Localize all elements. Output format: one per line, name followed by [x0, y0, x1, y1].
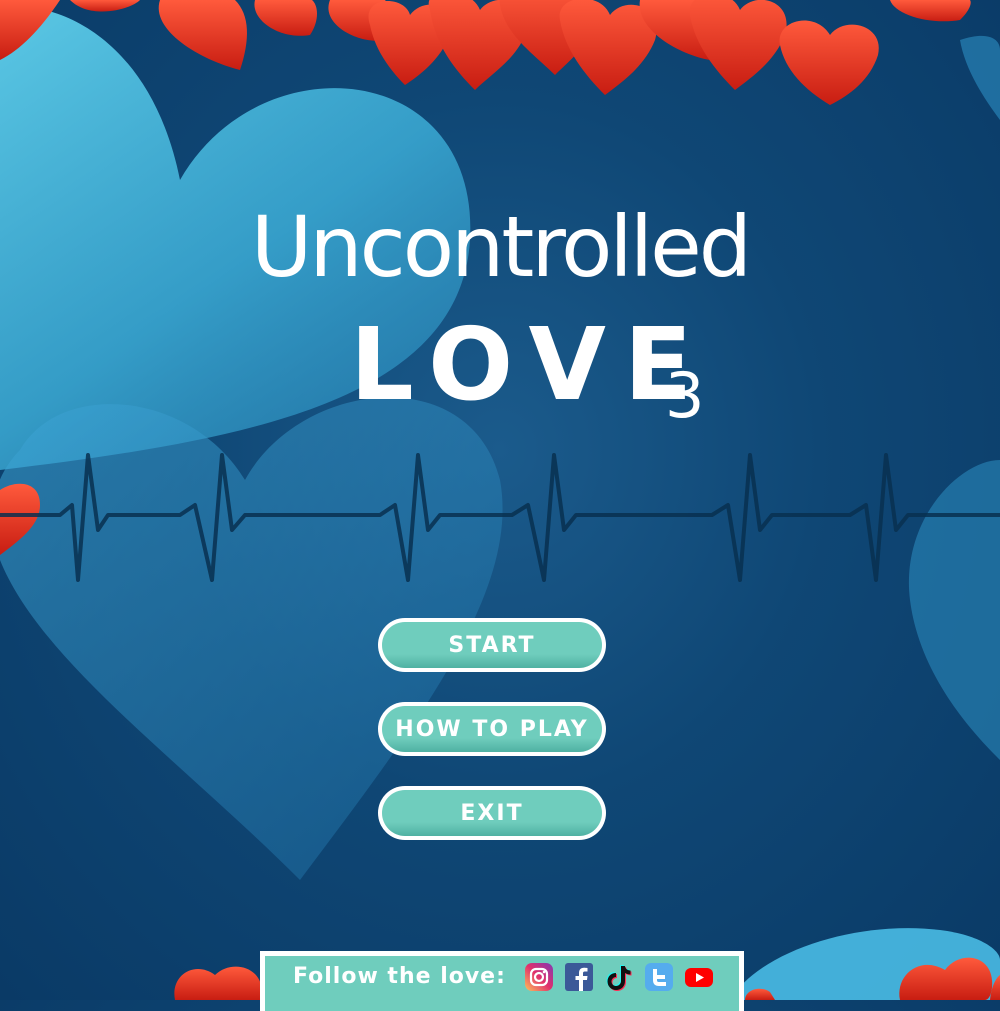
start-button-label: START: [382, 622, 602, 668]
tiktok-icon[interactable]: [604, 962, 634, 992]
right-heart-shape: [908, 460, 1000, 760]
follow-bar-inner: Follow the love:: [265, 956, 739, 1011]
how-to-play-button-label: HOW TO PLAY: [382, 706, 602, 752]
title-uncontrolled: Uncontrolled: [250, 198, 752, 296]
twitter-icon[interactable]: [644, 962, 674, 992]
instagram-icon[interactable]: [524, 962, 554, 992]
title-number: 3: [665, 359, 705, 432]
start-button[interactable]: START: [378, 618, 606, 672]
exit-button-label: EXIT: [382, 790, 602, 836]
facebook-icon[interactable]: [564, 962, 594, 992]
follow-bar: Follow the love:: [260, 951, 744, 1011]
title-love: LOVE: [350, 306, 711, 423]
follow-label: Follow the love:: [293, 964, 506, 989]
game-title: Uncontrolled LOVE 3: [0, 0, 1000, 460]
how-to-play-button[interactable]: HOW TO PLAY: [378, 702, 606, 756]
exit-button[interactable]: EXIT: [378, 786, 606, 840]
youtube-icon[interactable]: [684, 962, 714, 992]
